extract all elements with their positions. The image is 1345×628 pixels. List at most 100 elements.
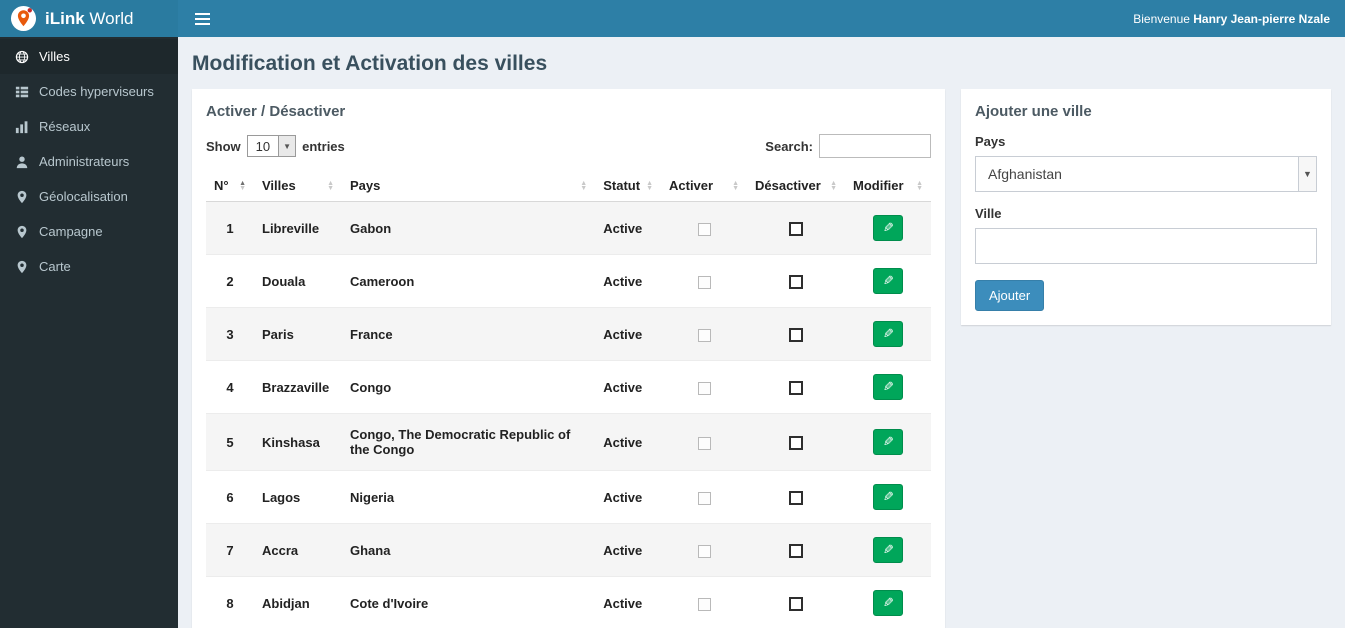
sidebar-item-carte[interactable]: Carte <box>0 249 178 284</box>
cell-activer <box>661 414 747 471</box>
cell-statut: Active <box>603 542 643 558</box>
cell-ville: Libreville <box>262 220 320 236</box>
desactiver-checkbox[interactable] <box>789 543 803 558</box>
edit-button[interactable]: ✎ <box>873 484 903 510</box>
column-header-num[interactable]: N° ▲ ▼ <box>206 170 254 202</box>
cell-num: 8 <box>226 595 234 611</box>
sidebar-item-campagne[interactable]: Campagne <box>0 214 178 249</box>
activer-checkbox[interactable] <box>697 491 711 505</box>
cell-modifier: ✎ <box>845 361 931 414</box>
sidebar-item-villes[interactable]: Villes <box>0 39 178 74</box>
activer-checkbox[interactable] <box>697 544 711 558</box>
activer-checkbox[interactable] <box>697 275 711 289</box>
column-header-statut[interactable]: Statut ▲ ▼ <box>595 170 661 202</box>
list-icon <box>15 86 29 97</box>
page-title: Modification et Activation des villes <box>192 52 548 75</box>
cell-modifier: ✎ <box>845 414 931 471</box>
table-row: 7 Accra Ghana Active ✎ <box>206 523 931 577</box>
page-length-select[interactable]: 10 ▼ <box>246 135 297 157</box>
cell-pays: Cote d'Ivoire <box>350 595 429 611</box>
cell-num: 4 <box>226 379 234 395</box>
cell-activer <box>661 202 747 255</box>
edit-button[interactable]: ✎ <box>873 268 903 294</box>
ville-input[interactable] <box>975 228 1317 264</box>
cell-desactiver <box>747 524 845 577</box>
cell-activer <box>661 524 747 577</box>
cell-num: 3 <box>226 326 234 342</box>
edit-icon: ✎ <box>882 273 894 288</box>
search-input[interactable] <box>819 134 931 158</box>
table-row: 4 Brazzaville Congo Active ✎ <box>206 360 931 414</box>
column-header-villes[interactable]: Villes ▲ ▼ <box>254 170 342 202</box>
desactiver-checkbox[interactable] <box>789 221 803 236</box>
sidebar-item-administrateurs[interactable]: Administrateurs <box>0 144 178 179</box>
edit-button[interactable]: ✎ <box>873 374 903 400</box>
cell-ville: Lagos <box>262 489 301 505</box>
cell-pays: Congo, The Democratic Republic of the Co… <box>350 427 571 457</box>
add-ville-panel: Ajouter une ville Pays Afghanistan ▼ Vil… <box>961 89 1331 325</box>
chevron-down-icon: ▼ <box>1298 157 1316 191</box>
villes-table-panel: Activer / Désactiver Show 10 ▼ entries S… <box>192 89 945 628</box>
cell-desactiver <box>747 471 845 524</box>
cell-activer <box>661 361 747 414</box>
sidebar-item-label: Campagne <box>39 224 103 239</box>
desactiver-checkbox[interactable] <box>789 435 803 450</box>
desactiver-checkbox[interactable] <box>789 274 803 289</box>
cell-ville: Abidjan <box>262 595 310 611</box>
cell-modifier: ✎ <box>845 577 931 628</box>
app-title: iLink World <box>45 8 134 28</box>
desactiver-checkbox[interactable] <box>789 327 803 342</box>
table-row: 6 Lagos Nigeria Active ✎ <box>206 470 931 524</box>
cell-statut: Active <box>603 434 643 450</box>
cell-modifier: ✎ <box>845 308 931 361</box>
column-header-modifier[interactable]: Modifier ▲ ▼ <box>845 170 931 202</box>
sidebar-item-label: Villes <box>39 49 70 64</box>
sidebar-item-label: Réseaux <box>39 119 91 134</box>
table-header-row: N° ▲ ▼ Villes ▲ ▼ Pays ▲ ▼ Statut ▲ ▼ Activer ▲ ▼ … <box>206 170 931 202</box>
map-marker-icon <box>17 225 27 238</box>
pays-select[interactable]: Afghanistan ▼ <box>975 156 1317 192</box>
activer-checkbox[interactable] <box>697 436 711 450</box>
map-marker-icon <box>17 260 27 273</box>
edit-button[interactable]: ✎ <box>873 590 903 616</box>
edit-button[interactable]: ✎ <box>873 321 903 347</box>
sidebar-item-reseaux[interactable]: Réseaux <box>0 109 178 144</box>
sidebar-item-label: Carte <box>39 259 71 274</box>
cell-statut: Active <box>603 273 643 289</box>
cell-pays: Ghana <box>350 542 391 558</box>
cell-num: 7 <box>226 542 234 558</box>
activer-checkbox[interactable] <box>697 222 711 236</box>
activer-checkbox[interactable] <box>697 328 711 342</box>
sidebar-item-codes-hyperviseurs[interactable]: Codes hyperviseurs <box>0 74 178 109</box>
column-header-activer[interactable]: Activer ▲ ▼ <box>661 170 747 202</box>
ajouter-button[interactable]: Ajouter <box>975 280 1045 311</box>
chevron-down-icon: ▼ <box>278 136 296 156</box>
cell-activer <box>661 308 747 361</box>
sidebar-toggle-icon[interactable] <box>193 9 212 29</box>
ville-label: Ville <box>975 206 1002 221</box>
edit-icon: ✎ <box>882 542 894 557</box>
column-header-desactiver[interactable]: Désactiver ▲ ▼ <box>747 170 845 202</box>
app-window: iLink World Bienvenue Hanry Jean-pierre … <box>0 0 1345 628</box>
cell-desactiver <box>747 202 845 255</box>
show-label: Show <box>206 138 241 154</box>
villes-table: N° ▲ ▼ Villes ▲ ▼ Pays ▲ ▼ Statut ▲ ▼ Activer ▲ ▼ … <box>206 170 931 628</box>
edit-button[interactable]: ✎ <box>873 537 903 563</box>
sidebar-item-geolocalisation[interactable]: Géolocalisation <box>0 179 178 214</box>
cell-statut: Active <box>603 595 643 611</box>
page-length-value: 10 <box>255 138 271 154</box>
desactiver-checkbox[interactable] <box>789 596 803 611</box>
desactiver-checkbox[interactable] <box>789 380 803 395</box>
edit-button[interactable]: ✎ <box>873 429 903 455</box>
cell-ville: Brazzaville <box>262 379 330 395</box>
cell-modifier: ✎ <box>845 471 931 524</box>
edit-button[interactable]: ✎ <box>873 215 903 241</box>
activer-checkbox[interactable] <box>697 597 711 611</box>
desactiver-checkbox[interactable] <box>789 490 803 505</box>
activer-checkbox[interactable] <box>697 381 711 395</box>
sidebar: Villes Codes hyperviseurs Réseaux Admini… <box>0 37 178 628</box>
cell-statut: Active <box>603 326 643 342</box>
column-header-pays[interactable]: Pays ▲ ▼ <box>342 170 596 202</box>
edit-icon: ✎ <box>882 434 894 449</box>
cell-statut: Active <box>603 489 643 505</box>
